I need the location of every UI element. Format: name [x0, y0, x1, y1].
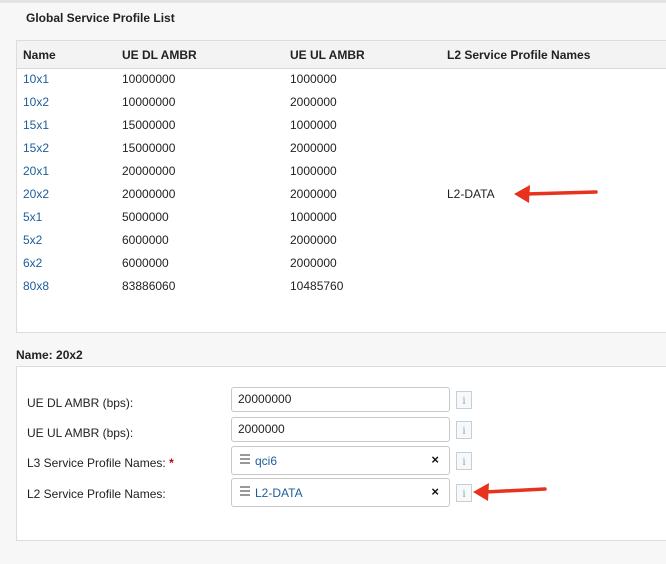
profile-name-link[interactable]: 5x1: [23, 210, 42, 224]
ue-ul-ambr-cell: 2000000: [290, 256, 337, 270]
info-icon[interactable]: i: [456, 484, 472, 502]
l2-profile-cell: L2-DATA: [447, 187, 495, 201]
table-row[interactable]: 80x8 83886060 10485760: [17, 275, 666, 298]
required-marker: *: [169, 456, 174, 470]
profile-name-link[interactable]: 20x1: [23, 164, 49, 178]
column-header-name[interactable]: Name: [23, 48, 56, 62]
l3-tag-label: qci6: [255, 454, 278, 468]
list-title: Global Service Profile List: [26, 11, 175, 25]
ue-dl-ambr-cell: 20000000: [122, 187, 176, 201]
ue-ul-ambr-cell: 1000000: [290, 210, 337, 224]
table-row[interactable]: 10x1 10000000 1000000: [17, 68, 666, 91]
l2-service-profile-tag-field[interactable]: L2-DATA ×: [231, 478, 450, 507]
ue-ul-ambr-cell: 10485760: [290, 279, 344, 293]
l3-service-profile-names-label: L3 Service Profile Names: *: [27, 456, 174, 470]
ue-dl-ambr-cell: 5000000: [122, 210, 169, 224]
ue-ul-ambr-label: UE UL AMBR (bps):: [27, 426, 134, 440]
l3-service-profile-tag-field[interactable]: qci6 ×: [231, 446, 450, 475]
table-header: Name UE DL AMBR UE UL AMBR L2 Service Pr…: [17, 41, 666, 69]
table-row[interactable]: 5x1 5000000 1000000: [17, 206, 666, 229]
ue-dl-ambr-cell: 83886060: [122, 279, 176, 293]
l2-tag-label: L2-DATA: [255, 486, 303, 500]
ue-dl-ambr-cell: 10000000: [122, 95, 176, 109]
ue-dl-ambr-cell: 6000000: [122, 233, 169, 247]
column-header-ue-ul-ambr[interactable]: UE UL AMBR: [290, 48, 365, 62]
ue-ul-ambr-cell: 2000000: [290, 187, 337, 201]
ue-ul-ambr-cell: 2000000: [290, 95, 337, 109]
ue-ul-ambr-cell: 2000000: [290, 141, 337, 155]
table-row[interactable]: 15x2 15000000 2000000: [17, 137, 666, 160]
profile-name-link[interactable]: 80x8: [23, 279, 49, 293]
table-row[interactable]: 20x1 20000000 1000000: [17, 160, 666, 183]
detail-title: Name: 20x2: [16, 348, 83, 362]
table-row[interactable]: 10x2 10000000 2000000: [17, 91, 666, 114]
info-icon[interactable]: i: [456, 391, 472, 409]
profile-detail-form: UE DL AMBR (bps): 20000000 i UE UL AMBR …: [16, 366, 666, 541]
column-header-l2-service-profile-names[interactable]: L2 Service Profile Names: [447, 48, 590, 62]
l2-service-profile-names-label: L2 Service Profile Names:: [27, 487, 166, 501]
profile-name-link[interactable]: 10x1: [23, 72, 49, 86]
ue-dl-ambr-cell: 15000000: [122, 141, 176, 155]
profile-name-link[interactable]: 20x2: [23, 187, 49, 201]
ue-ul-ambr-input[interactable]: 2000000: [231, 417, 450, 442]
ue-dl-ambr-cell: 20000000: [122, 164, 176, 178]
profile-name-link[interactable]: 6x2: [23, 256, 42, 270]
table-row[interactable]: 15x1 15000000 1000000: [17, 114, 666, 137]
profile-name-link[interactable]: 10x2: [23, 95, 49, 109]
profile-name-link[interactable]: 15x2: [23, 141, 49, 155]
ue-ul-ambr-cell: 2000000: [290, 233, 337, 247]
top-divider: [0, 0, 666, 3]
service-profile-table: Name UE DL AMBR UE UL AMBR L2 Service Pr…: [16, 40, 666, 333]
ue-ul-ambr-cell: 1000000: [290, 118, 337, 132]
ue-ul-ambr-cell: 1000000: [290, 164, 337, 178]
ue-ul-ambr-cell: 1000000: [290, 72, 337, 86]
profile-name-link[interactable]: 5x2: [23, 233, 42, 247]
column-header-ue-dl-ambr[interactable]: UE DL AMBR: [122, 48, 197, 62]
drag-handle-icon[interactable]: [240, 486, 250, 498]
l3-label-text: L3 Service Profile Names:: [27, 456, 166, 470]
info-icon[interactable]: i: [456, 421, 472, 439]
info-icon[interactable]: i: [456, 452, 472, 470]
table-row[interactable]: 6x2 6000000 2000000: [17, 252, 666, 275]
ue-dl-ambr-cell: 15000000: [122, 118, 176, 132]
drag-handle-icon[interactable]: [240, 454, 250, 466]
table-row[interactable]: 5x2 6000000 2000000: [17, 229, 666, 252]
ue-dl-ambr-input[interactable]: 20000000: [231, 387, 450, 412]
ue-dl-ambr-label: UE DL AMBR (bps):: [27, 396, 134, 410]
profile-name-link[interactable]: 15x1: [23, 118, 49, 132]
ue-dl-ambr-cell: 10000000: [122, 72, 176, 86]
table-row[interactable]: 20x2 20000000 2000000 L2-DATA: [17, 183, 666, 206]
ue-dl-ambr-cell: 6000000: [122, 256, 169, 270]
close-icon[interactable]: ×: [431, 452, 439, 467]
close-icon[interactable]: ×: [431, 484, 439, 499]
